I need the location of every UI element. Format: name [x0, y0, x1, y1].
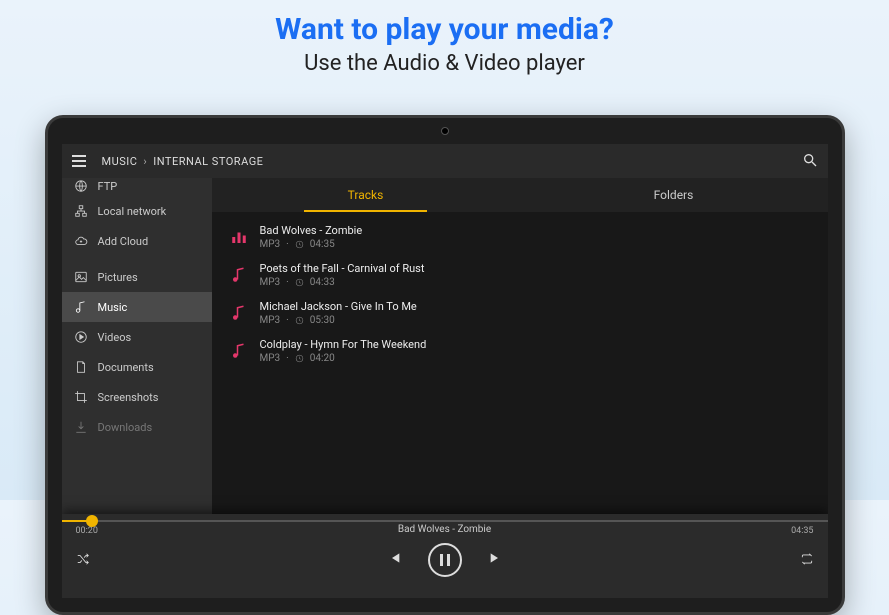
globe-icon — [74, 179, 88, 193]
track-format: MP3 — [260, 315, 281, 326]
sidebar-item-addcloud[interactable]: Add Cloud — [62, 226, 212, 256]
track-duration: 04:20 — [310, 353, 335, 364]
play-pause-button[interactable] — [428, 543, 462, 577]
sidebar-item-downloads[interactable]: Downloads — [62, 412, 212, 442]
top-bar: MUSIC › INTERNAL STORAGE — [62, 144, 828, 178]
chevron-right-icon: › — [143, 155, 147, 168]
shuffle-icon[interactable] — [76, 551, 90, 570]
track-duration: 04:33 — [310, 277, 335, 288]
cloud-plus-icon — [74, 234, 88, 248]
seek-bar[interactable] — [62, 514, 828, 528]
track-row[interactable]: Bad Wolves - Zombie MP3 · 04:35 — [212, 218, 828, 256]
app-screen: MUSIC › INTERNAL STORAGE FTP Local netwo… — [62, 144, 828, 598]
clock-icon — [295, 354, 304, 363]
sidebar-item-ftp[interactable]: FTP — [62, 178, 212, 196]
track-format: MP3 — [260, 239, 281, 250]
sidebar-item-label: Add Cloud — [98, 235, 149, 248]
track-row[interactable]: Coldplay - Hymn For The Weekend MP3 · 04… — [212, 332, 828, 370]
track-row[interactable]: Poets of the Fall - Carnival of Rust MP3… — [212, 256, 828, 294]
sidebar-item-label: Music — [98, 301, 128, 314]
sidebar-item-localnet[interactable]: Local network — [62, 196, 212, 226]
sidebar-item-videos[interactable]: Videos — [62, 322, 212, 352]
seek-thumb[interactable] — [86, 515, 98, 527]
sidebar-item-pictures[interactable]: Pictures — [62, 262, 212, 292]
track-title: Poets of the Fall - Carnival of Rust — [260, 262, 425, 275]
player-bar: 00:20 04:35 Bad Wolves - Zombie — [62, 514, 828, 598]
clock-icon — [295, 240, 304, 249]
promo-title: Want to play your media? — [0, 12, 889, 47]
menu-icon[interactable] — [72, 155, 86, 167]
clock-icon — [295, 316, 304, 325]
music-note-icon — [230, 342, 248, 360]
music-note-icon — [230, 266, 248, 284]
device-frame: MUSIC › INTERNAL STORAGE FTP Local netwo… — [45, 115, 845, 615]
sidebar-item-music[interactable]: Music — [62, 292, 212, 322]
music-note-icon — [74, 300, 88, 314]
promo-subtitle: Use the Audio & Video player — [0, 51, 889, 76]
track-title: Bad Wolves - Zombie — [260, 224, 363, 237]
crop-icon — [74, 390, 88, 404]
tab-tracks[interactable]: Tracks — [212, 178, 520, 212]
sidebar-item-label: FTP — [98, 180, 118, 193]
sidebar-item-screenshots[interactable]: Screenshots — [62, 382, 212, 412]
pause-icon — [440, 554, 450, 566]
repeat-icon[interactable] — [800, 551, 814, 570]
track-title: Michael Jackson - Give In To Me — [260, 300, 417, 313]
next-icon[interactable] — [488, 550, 504, 570]
sidebar-item-documents[interactable]: Documents — [62, 352, 212, 382]
breadcrumb-path[interactable]: INTERNAL STORAGE — [153, 155, 263, 168]
track-format: MP3 — [260, 277, 281, 288]
track-list: Bad Wolves - Zombie MP3 · 04:35 — [212, 212, 828, 376]
music-note-icon — [230, 304, 248, 322]
search-icon[interactable] — [802, 152, 818, 171]
track-title: Coldplay - Hymn For The Weekend — [260, 338, 427, 351]
sidebar-item-label: Screenshots — [98, 391, 159, 404]
track-duration: 04:35 — [310, 239, 335, 250]
track-duration: 05:30 — [310, 315, 335, 326]
sidebar-item-label: Downloads — [98, 421, 153, 434]
tab-bar: Tracks Folders — [212, 178, 828, 212]
equalizer-icon — [230, 228, 248, 246]
image-icon — [74, 270, 88, 284]
tab-folders[interactable]: Folders — [520, 178, 828, 212]
track-row[interactable]: Michael Jackson - Give In To Me MP3 · 05… — [212, 294, 828, 332]
sidebar-item-label: Local network — [98, 205, 167, 218]
sidebar-item-label: Videos — [98, 331, 132, 344]
breadcrumb-root[interactable]: MUSIC — [102, 155, 138, 168]
network-icon — [74, 204, 88, 218]
clock-icon — [295, 278, 304, 287]
play-circle-icon — [74, 330, 88, 344]
document-icon — [74, 360, 88, 374]
camera-dot — [441, 127, 449, 135]
sidebar-item-label: Pictures — [98, 271, 138, 284]
sidebar-item-label: Documents — [98, 361, 154, 374]
previous-icon[interactable] — [386, 550, 402, 570]
track-format: MP3 — [260, 353, 281, 364]
download-icon — [74, 420, 88, 434]
